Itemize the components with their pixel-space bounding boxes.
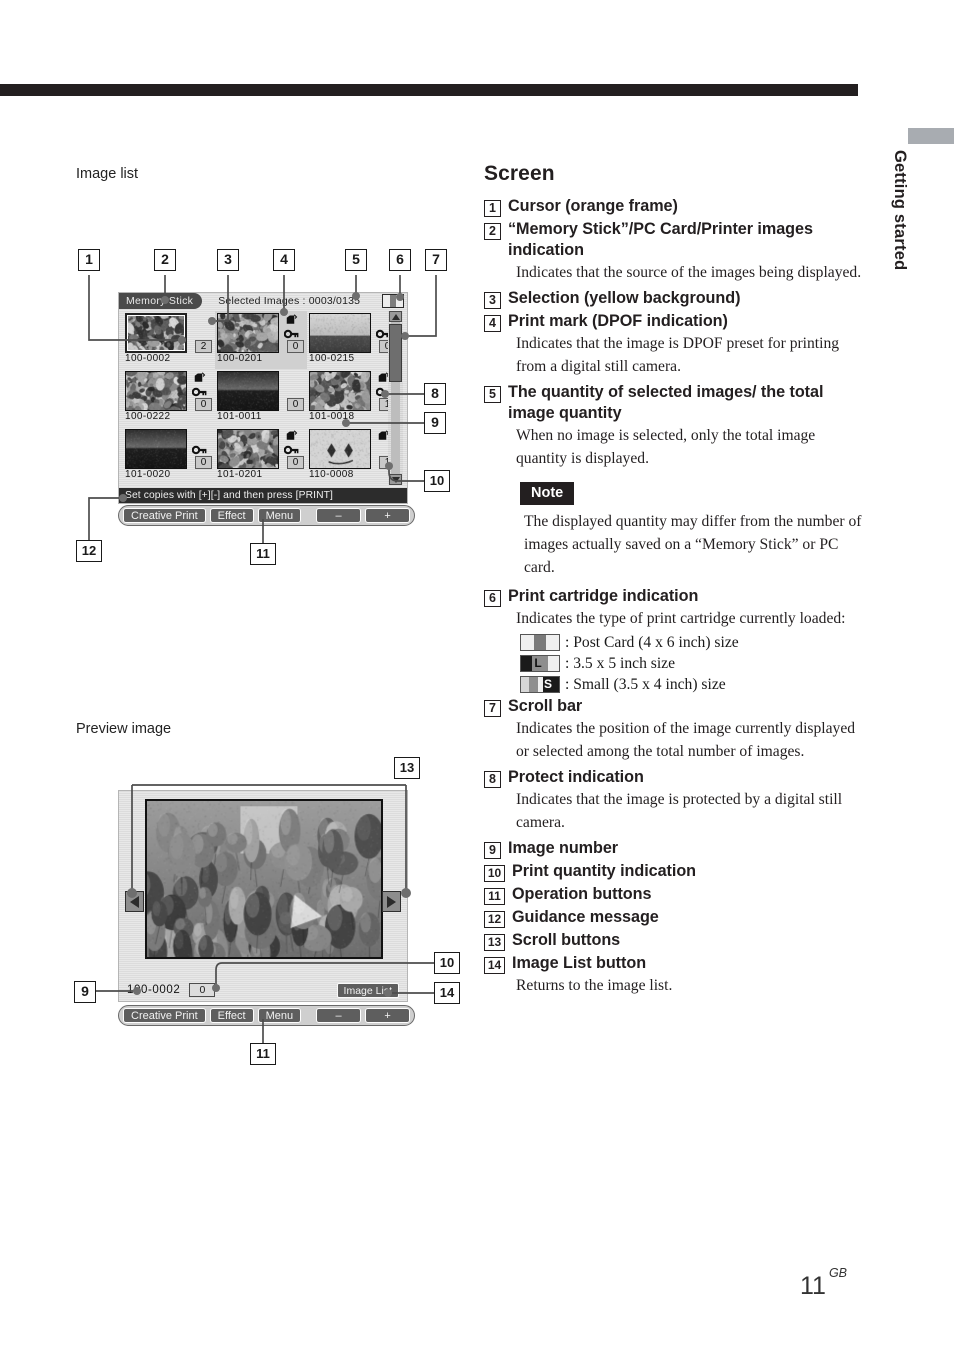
callout-9: 9 [424,412,446,434]
callout-3: 3 [217,249,239,271]
callout-2: 2 [154,249,176,271]
callout-leader-lines-preview [96,784,434,1043]
callout-11: 11 [250,543,276,565]
callout-10: 10 [424,470,450,492]
callout-10-preview: 10 [434,952,460,974]
callout-11-preview: 11 [250,1043,276,1065]
callout-14: 14 [434,982,460,1004]
callout-6: 6 [389,249,411,271]
callout-13: 13 [394,757,420,779]
callout-5: 5 [345,249,367,271]
callout-9-preview: 9 [74,981,96,1003]
callout-4: 4 [273,249,295,271]
callout-12: 12 [76,540,102,562]
callout-8: 8 [424,383,446,405]
callout-1: 1 [78,249,100,271]
callout-7: 7 [425,249,447,271]
